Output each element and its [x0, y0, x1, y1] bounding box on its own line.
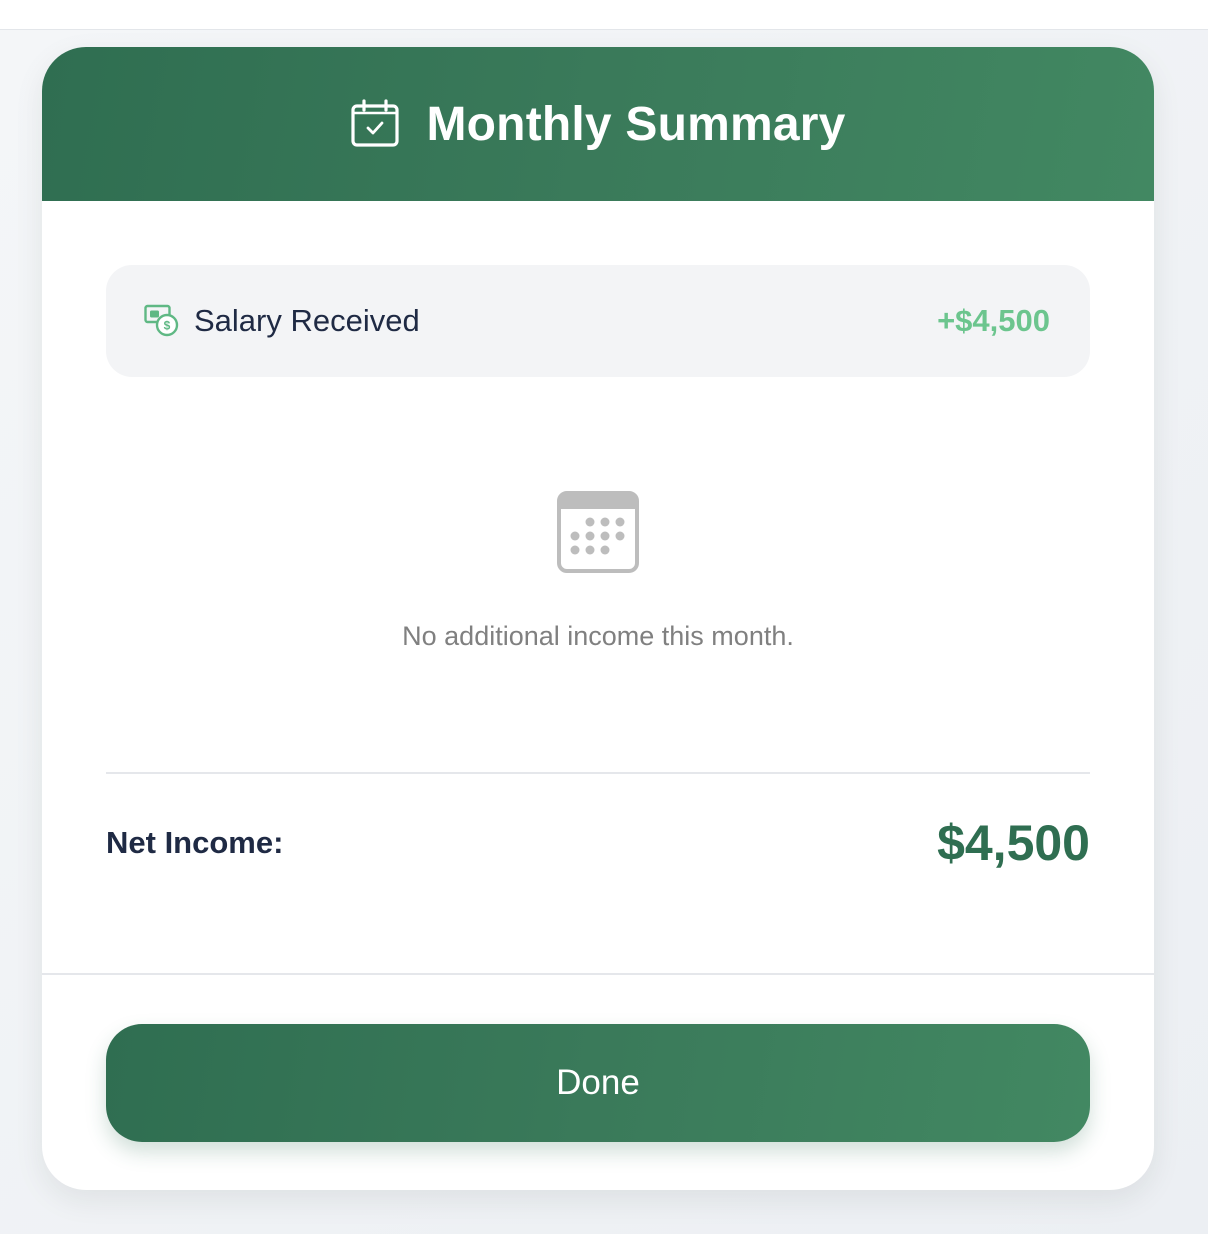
- net-income-label: Net Income:: [106, 825, 284, 860]
- summary-modal: Monthly Summary $ Salary Received +$4,50…: [42, 47, 1154, 1190]
- done-button[interactable]: Done: [106, 1024, 1090, 1142]
- calendar-grid-icon: [557, 491, 639, 573]
- empty-state-message: No additional income this month.: [402, 621, 794, 651]
- income-row-salary: $ Salary Received +$4,500: [106, 265, 1090, 377]
- income-label: Salary Received: [194, 303, 420, 338]
- divider: [106, 772, 1090, 774]
- calendar-check-icon: [351, 99, 400, 147]
- modal-header: Monthly Summary: [42, 47, 1154, 201]
- net-income-value: $4,500: [937, 815, 1090, 871]
- svg-text:$: $: [164, 319, 171, 333]
- footer-divider: [42, 973, 1154, 975]
- empty-state: No additional income this month.: [42, 491, 1154, 652]
- top-bar: [0, 0, 1208, 30]
- income-amount: +$4,500: [937, 303, 1050, 338]
- net-income-row: Net Income: $4,500: [106, 807, 1090, 879]
- modal-title: Monthly Summary: [426, 97, 846, 151]
- money-icon: $: [144, 304, 179, 337]
